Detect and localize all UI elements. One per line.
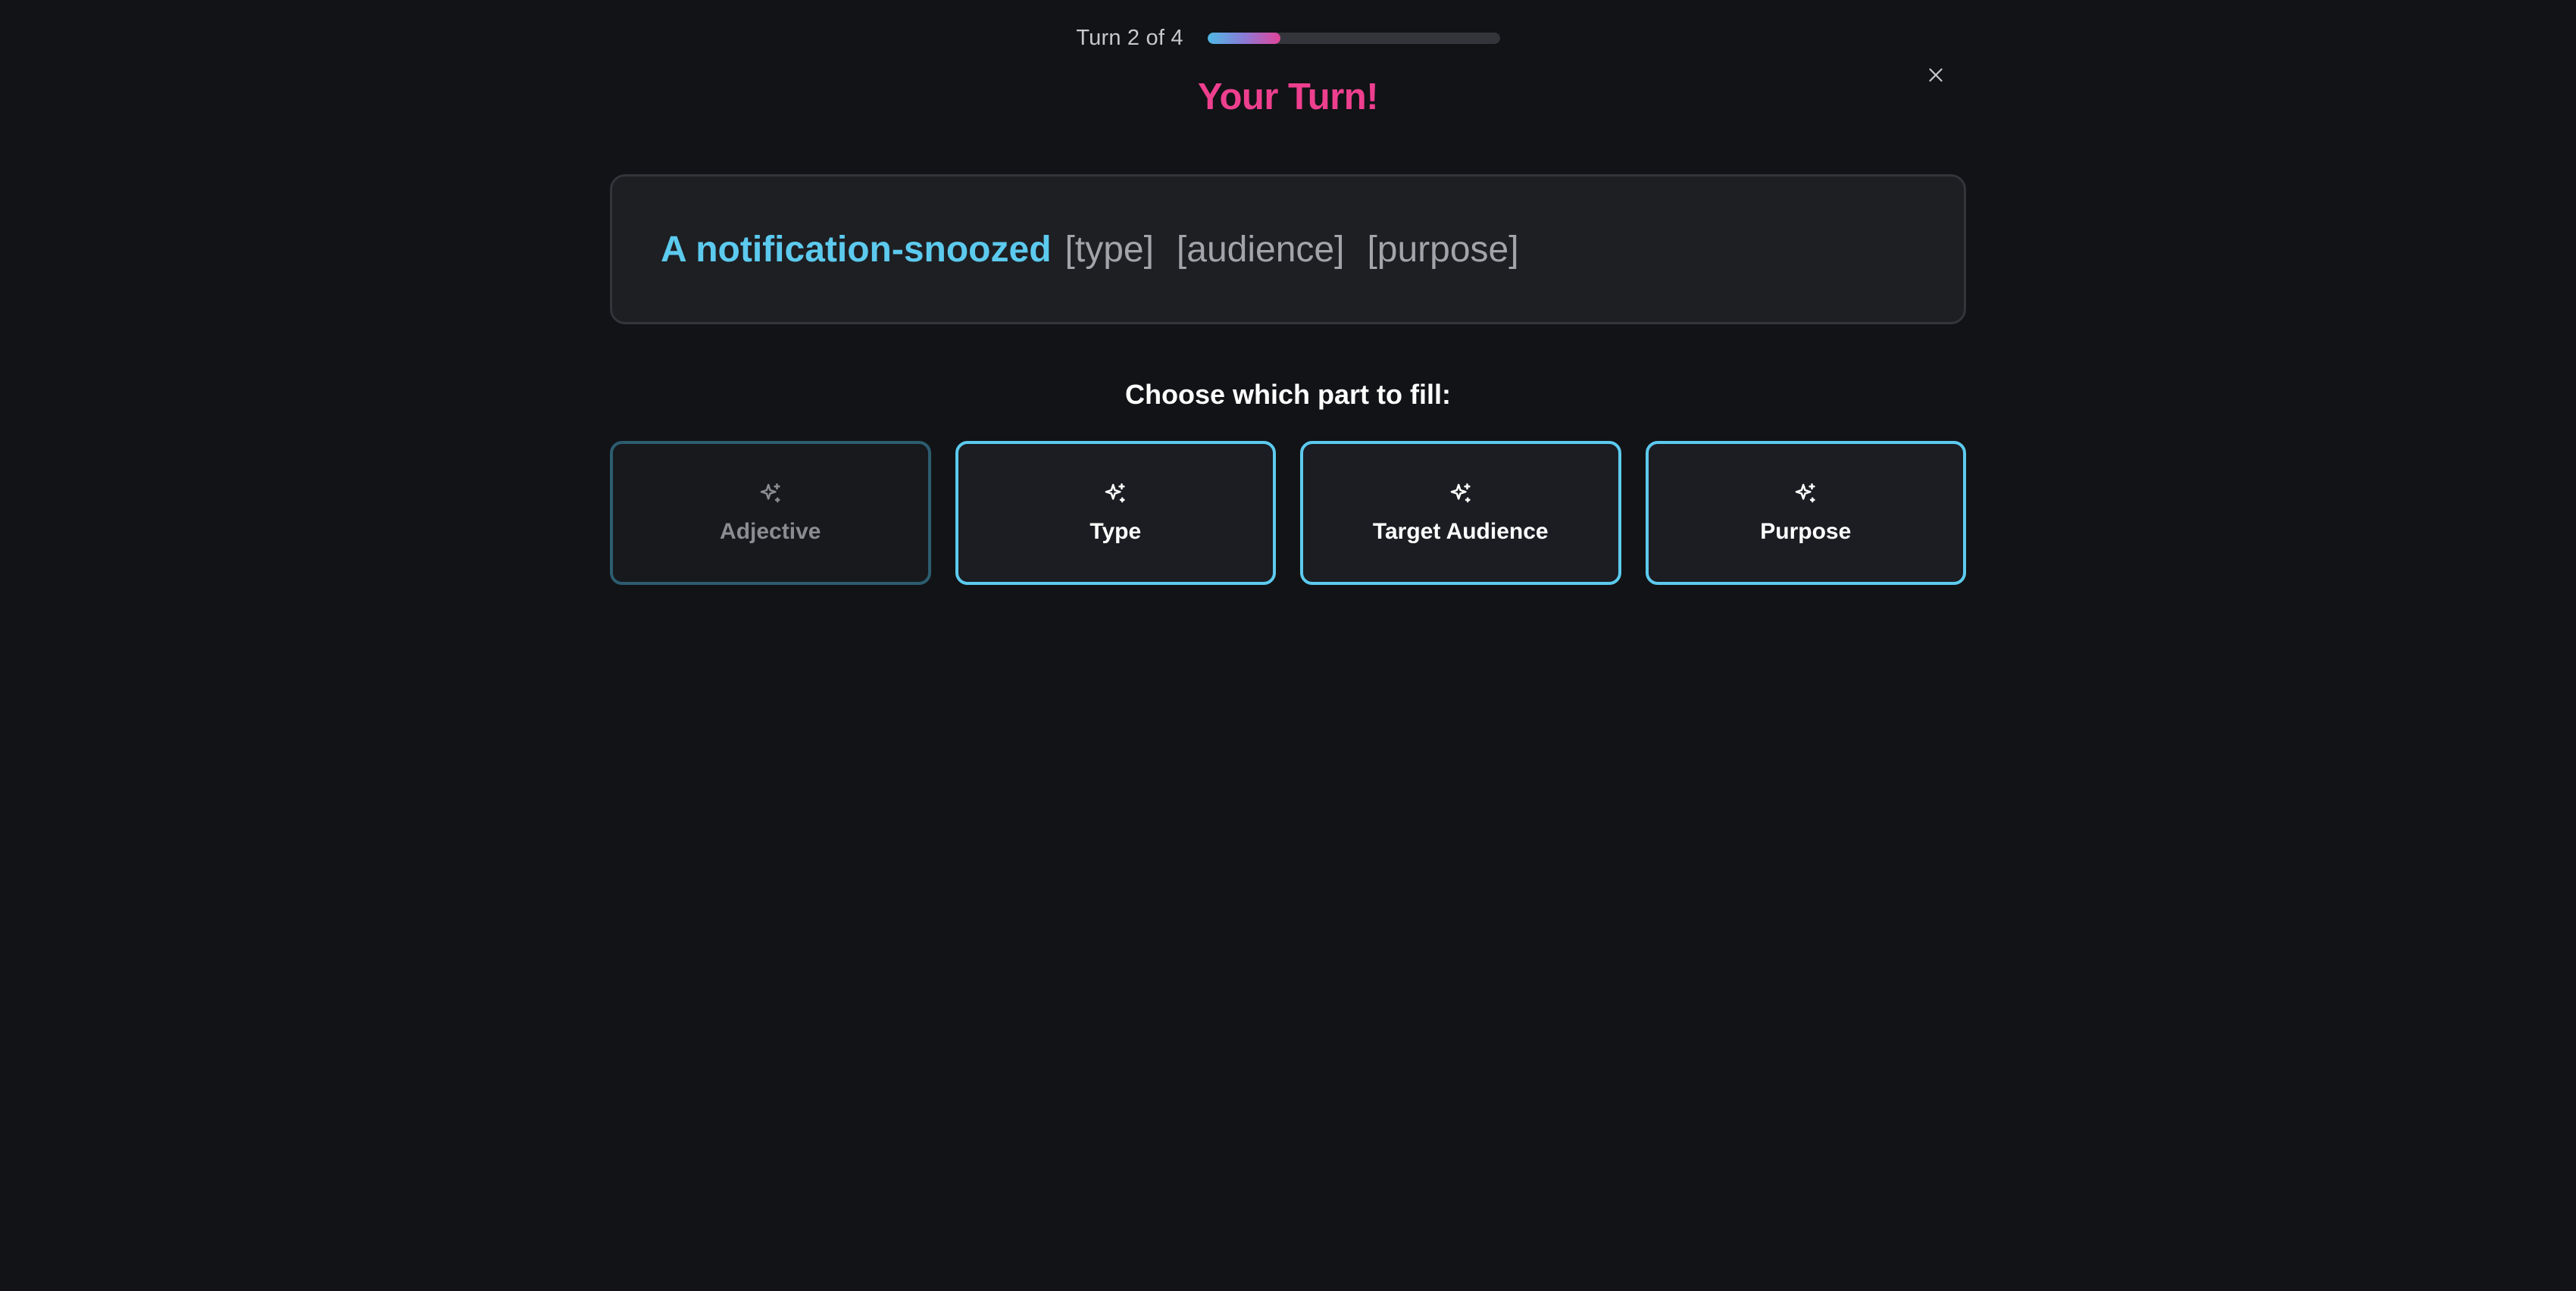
prompt-slot-type: [type]	[1064, 229, 1154, 270]
option-purpose-button[interactable]: Purpose	[1645, 441, 1966, 585]
choose-instruction: Choose which part to fill:	[1125, 379, 1451, 410]
turn-counter: Turn 2 of 4	[1076, 25, 1183, 50]
option-label: Type	[1089, 519, 1142, 544]
sparkles-icon	[1102, 481, 1128, 507]
progress-bar-fill	[1207, 32, 1281, 44]
option-target-audience-button[interactable]: Target Audience	[1300, 441, 1621, 585]
prompt-slot-audience: [audience]	[1176, 229, 1345, 270]
option-adjective-button: Adjective	[610, 441, 931, 585]
sparkles-icon	[1448, 481, 1474, 507]
game-screen: Turn 2 of 4 Your Turn! A notification-sn…	[0, 0, 2576, 1291]
option-label: Adjective	[720, 519, 821, 544]
page-title: Your Turn!	[1197, 77, 1379, 117]
option-label: Purpose	[1760, 519, 1852, 544]
sparkles-icon	[1793, 481, 1818, 507]
part-options: Adjective Type Target Audience Purpose	[610, 441, 1966, 585]
prompt-card: A notification-snoozed [type] [audience]…	[610, 174, 1966, 324]
prompt-filled-text: A notification-snoozed	[661, 229, 1052, 270]
option-label: Target Audience	[1372, 519, 1549, 544]
prompt-slot-purpose: [purpose]	[1367, 229, 1519, 270]
progress-bar	[1207, 32, 1500, 44]
option-type-button[interactable]: Type	[955, 441, 1276, 585]
turn-progress: Turn 2 of 4	[0, 20, 2576, 56]
sparkles-icon	[758, 481, 783, 507]
